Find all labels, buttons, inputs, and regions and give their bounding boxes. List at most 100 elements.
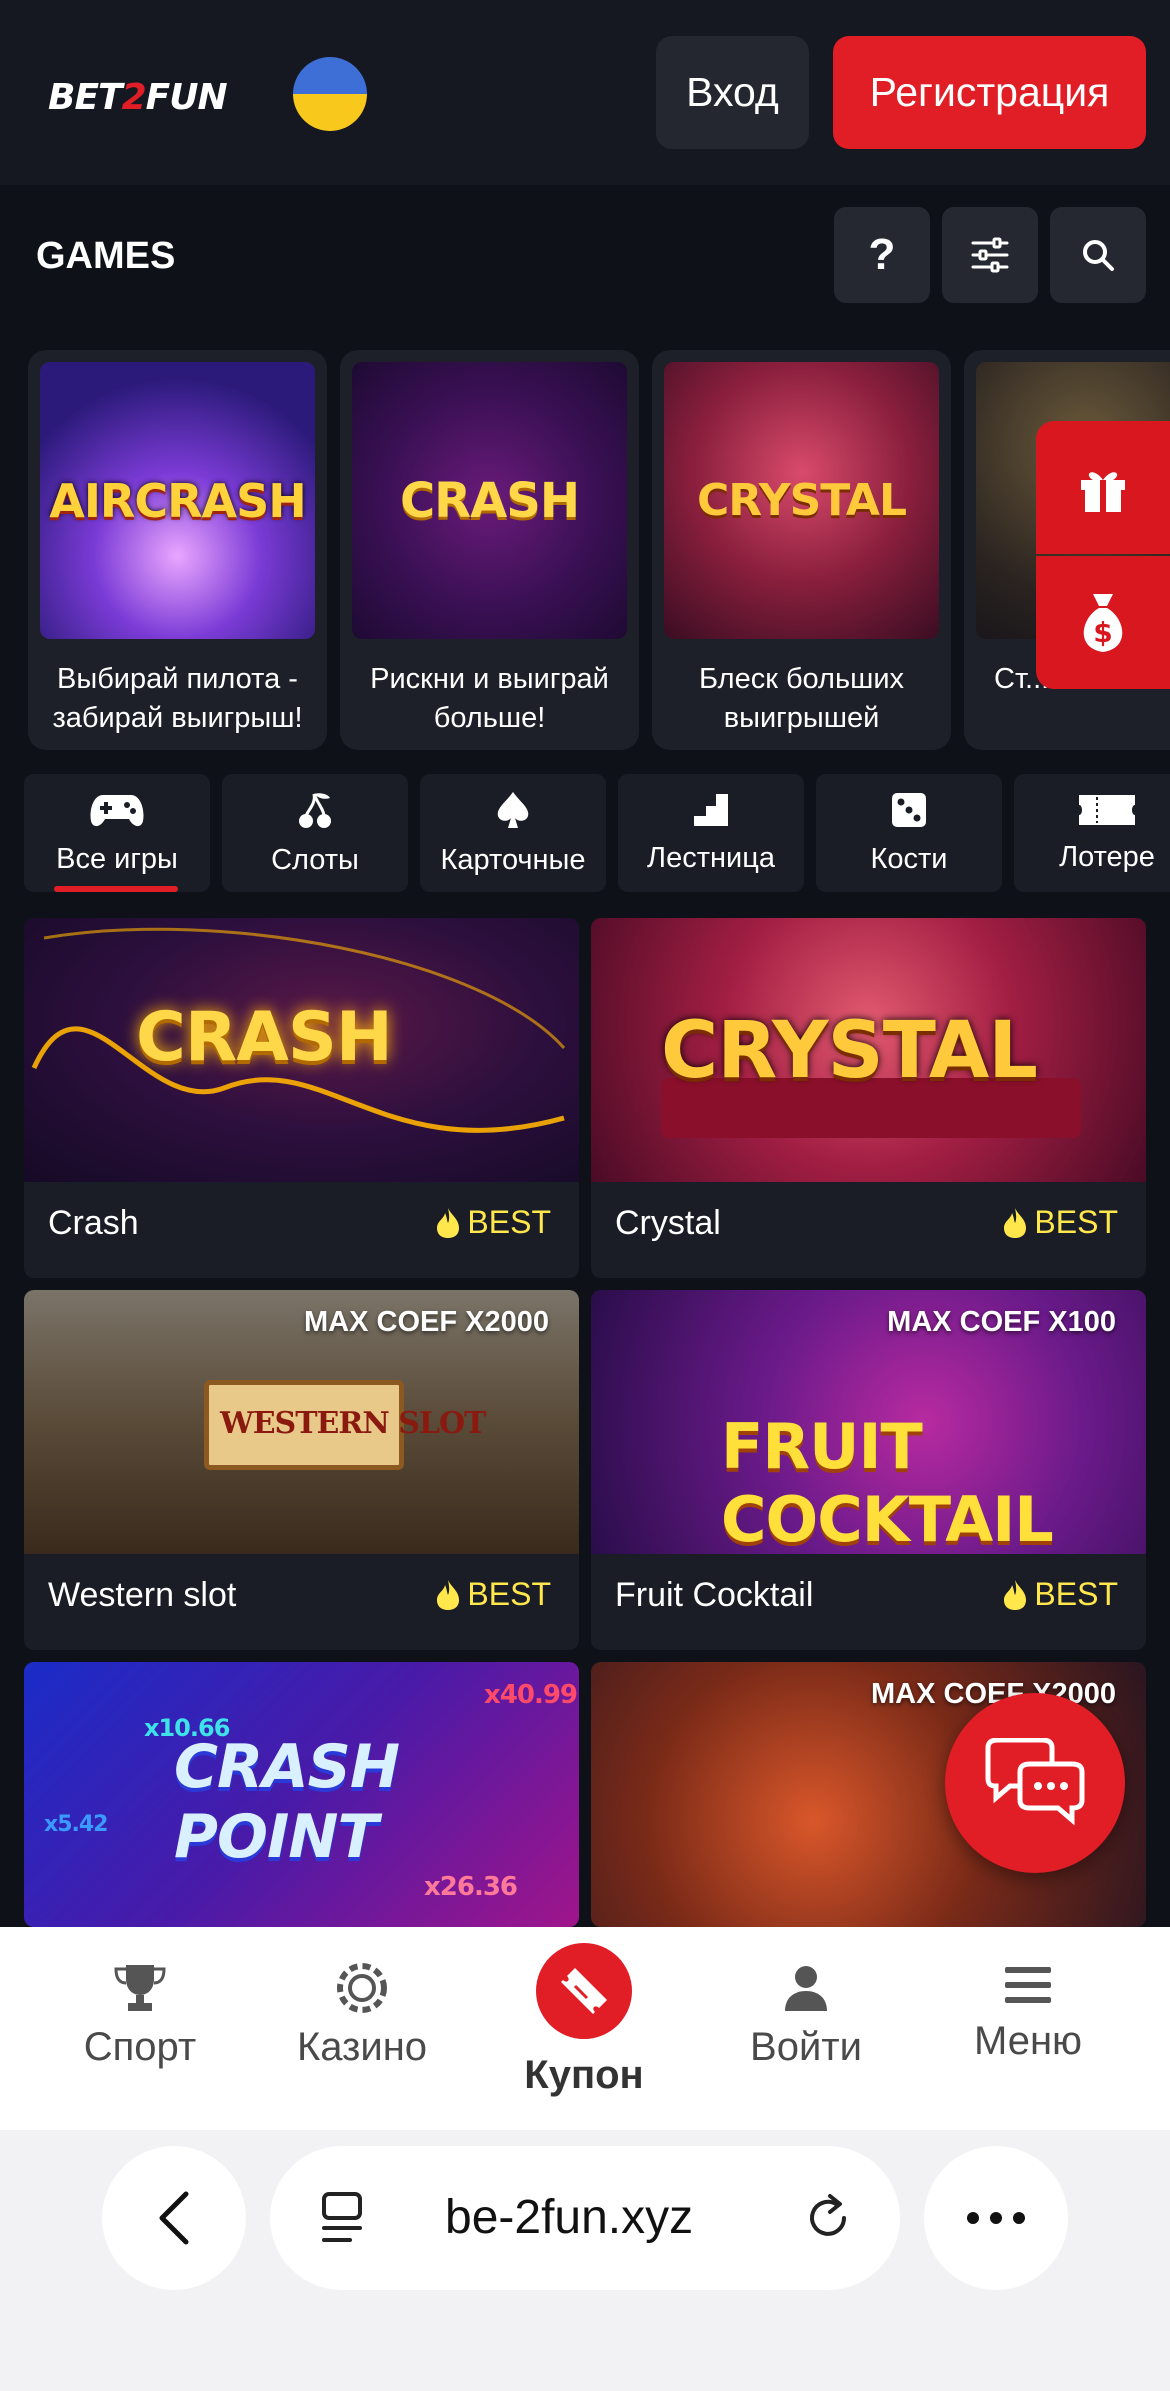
register-button[interactable]: Регистрация [833,36,1146,149]
best-badge: BEST [1002,1576,1118,1613]
game-card-western-slot[interactable]: WESTERN SLOT MAX COEF X2000 Western slot… [24,1290,579,1650]
fire-icon [437,1579,460,1610]
nav-menu[interactable]: Меню [918,1963,1138,2064]
search-button[interactable] [1050,207,1146,303]
promo-card[interactable]: CRASH Рискни и выиграй больше! [340,350,639,750]
nav-coupon-label: Купон [524,2053,644,2097]
best-label: BEST [1034,1204,1118,1240]
game-name: Fruit Cocktail [615,1576,814,1614]
multiplier-label: x10.66 [144,1714,230,1742]
help-button[interactable]: ? [834,207,930,303]
promo-art-text: AIRCRASH [49,473,307,528]
tab-cards[interactable]: Карточные [420,774,606,892]
chat-button[interactable] [945,1693,1125,1873]
tab-slots[interactable]: Слоты [222,774,408,892]
tab-label: Кости [870,842,948,875]
promo-caption: Рискни и выиграй больше! [370,663,609,734]
login-button[interactable]: Вход [656,36,809,149]
nav-casino[interactable]: Казино [252,1963,472,2070]
game-card-fruit-cocktail[interactable]: FRUIT COCKTAIL MAX COEF X100 Fruit Cockt… [591,1290,1146,1650]
game-art-text: CRASH [136,998,393,1077]
best-badge: BEST [435,1204,551,1241]
games-toolbar: GAMES ? [0,185,1170,327]
tab-ladder[interactable]: Лестница [618,774,804,892]
game-thumbnail: CRASH [24,918,579,1182]
nav-label: Казино [296,2025,428,2069]
coupon-ticket-icon [561,1968,607,2014]
game-card-crash[interactable]: CRASH Crash BEST [24,918,579,1278]
browser-address-bar[interactable]: be-2fun.xyz [270,2146,900,2290]
stairs-icon [694,793,728,826]
game-name: Western slot [48,1576,237,1614]
reload-icon [810,2194,846,2236]
hamburger-menu-icon [1005,1967,1051,2003]
logo-text: BET2FUN [48,76,228,118]
game-card-crystal[interactable]: CRYSTAL Crystal BEST [591,918,1146,1278]
game-art-text: CRASH POINT [174,1732,400,1872]
promo-art-text: CRASH [399,472,580,529]
promo-image-crash: CRASH [352,362,627,639]
tab-label: Все игры [56,842,178,875]
game-card-crash-point[interactable]: CRASH POINT x10.66 x40.99 x5.42 x26.36 [24,1662,579,1927]
trophy-icon [114,1965,166,2011]
tab-all-games[interactable]: Все игры [24,774,210,892]
best-label: BEST [467,1576,551,1612]
tab-label: Лестница [647,841,775,874]
sliders-icon [971,237,1009,273]
filter-button[interactable] [942,207,1038,303]
game-art-text: CRYSTAL [661,1006,1038,1096]
spade-icon [497,791,529,828]
chevron-left-icon [159,2191,189,2245]
multiplier-label: x26.36 [424,1872,518,1902]
promo-image-aircrash: AIRCRASH [40,362,315,639]
gift-icon [1081,471,1125,512]
promo-caption: Блеск больших выигрышей [698,663,905,734]
nav-coupon[interactable] [536,1943,632,2039]
category-tabs: Все игры Слоты Карточные Лестница Кости [24,774,1170,894]
max-coef-badge: MAX COEF X100 [887,1306,1116,1338]
browser-url-text: be-2fun.xyz [445,2191,694,2244]
promo-carousel[interactable]: AIRCRASH Выбирай пилота - забирай выигры… [28,350,1170,752]
svg-text:$: $ [1093,616,1112,649]
section-title: GAMES [36,235,176,277]
max-coef-badge: MAX COEF X2000 [304,1306,549,1338]
fire-icon [437,1207,460,1238]
best-label: BEST [1034,1576,1118,1612]
nav-sport[interactable]: Спорт [30,1963,250,2070]
tab-dice[interactable]: Кости [816,774,1002,892]
promo-art-text: CRYSTAL [696,475,907,526]
promo-card[interactable]: AIRCRASH Выбирай пилота - забирай выигры… [28,350,327,750]
promo-card[interactable]: CRYSTAL Блеск больших выигрышей [652,350,951,750]
multiplier-label: x40.99 [484,1680,578,1710]
casino-chip-icon [337,1963,387,2013]
browser-more-button[interactable] [924,2146,1068,2290]
promo-caption: Выбирай пилота - забирай выигрыш! [52,663,303,734]
game-thumbnail: WESTERN SLOT MAX COEF X2000 [24,1290,579,1554]
game-thumbnail: FRUIT COCKTAIL MAX COEF X100 [591,1290,1146,1554]
fire-icon [1004,1207,1027,1238]
brand-logo[interactable]: BET2FUN [48,72,228,122]
nav-login[interactable]: Войти [696,1963,916,2070]
browser-back-button[interactable] [102,2146,246,2290]
user-icon [785,1966,827,2011]
tab-label: Карточные [440,843,586,876]
tab-label: Лотере [1059,840,1155,873]
multiplier-label: x5.42 [44,1812,108,1837]
nav-label: Войти [750,2025,862,2069]
game-art-text: FRUIT COCKTAIL [721,1410,1054,1554]
cashback-button[interactable]: $ [1036,556,1170,689]
game-thumbnail: CRYSTAL [591,918,1146,1182]
ticket-icon [1079,794,1135,825]
game-name: Crystal [615,1204,721,1242]
search-icon [1083,240,1114,271]
tab-lottery[interactable]: Лотере [1014,774,1170,892]
tabs-icon [322,2192,362,2242]
bonus-gift-button[interactable] [1036,421,1170,554]
gamepad-icon [90,794,144,826]
promo-image-crystal: CRYSTAL [664,362,939,639]
chat-bubbles-icon [985,1738,1085,1826]
header: BET2FUN Вход Регистрация [0,0,1170,185]
nav-label: Спорт [83,2025,197,2069]
best-badge: BEST [1002,1204,1118,1241]
ukraine-flag-icon[interactable] [293,57,367,131]
